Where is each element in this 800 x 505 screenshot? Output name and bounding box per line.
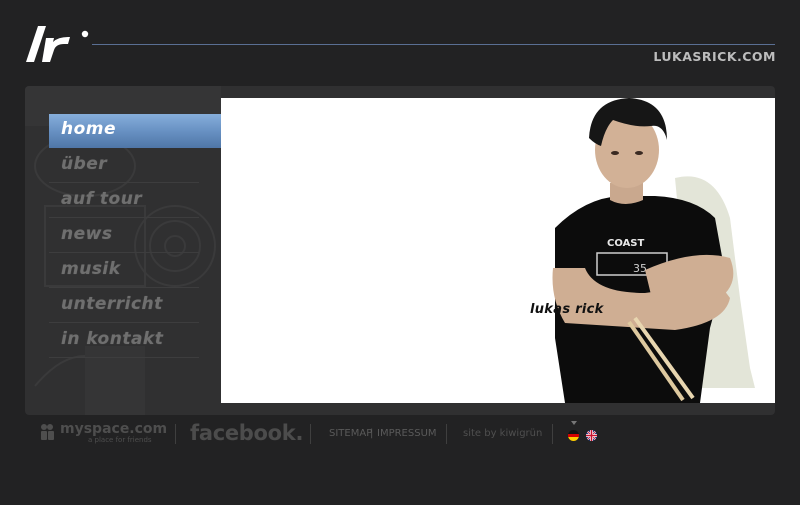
footer-divider: [310, 424, 311, 444]
myspace-tagline: a place for friends: [88, 436, 152, 444]
active-language-indicator-icon: [571, 421, 577, 425]
german-flag-icon[interactable]: [568, 430, 579, 441]
shirt-print-text: COAST: [607, 238, 645, 249]
artist-name-tag: lukas rick: [530, 302, 604, 317]
nav-label-auf-tour: auf tour: [61, 189, 143, 209]
nav-item-uber[interactable]: über: [49, 148, 199, 183]
footer-divider: [552, 424, 553, 444]
nav-label-home: home: [61, 119, 117, 139]
myspace-link[interactable]: myspace.com: [60, 421, 167, 437]
nav-label-unterricht: unterricht: [61, 294, 163, 314]
site-credit-link[interactable]: site by kiwigrün: [463, 428, 542, 439]
nav-item-auf-tour[interactable]: auf tour: [49, 183, 199, 218]
nav-label-uber: über: [61, 154, 108, 174]
facebook-link[interactable]: facebook.: [190, 421, 303, 445]
footer-divider: [446, 424, 447, 444]
nav-item-musik[interactable]: musik: [49, 253, 199, 288]
site-domain[interactable]: LUKASRICK.COM: [653, 49, 776, 64]
uk-flag-icon[interactable]: [586, 430, 597, 441]
main-navigation: home über auf tour news musik unterricht…: [49, 114, 249, 358]
footer: myspace.com a place for friends facebook…: [0, 420, 800, 450]
impressum-link[interactable]: IMPRESSUM: [377, 428, 437, 439]
lukas-rick-logo[interactable]: [24, 24, 90, 64]
header-rule: [92, 44, 775, 45]
footer-pipe: |: [370, 428, 374, 439]
nav-item-unterricht[interactable]: unterricht: [49, 288, 199, 323]
footer-divider: [175, 424, 176, 444]
nav-label-musik: musik: [61, 259, 121, 279]
svg-text:35: 35: [633, 262, 647, 275]
nav-item-news[interactable]: news: [49, 218, 199, 253]
nav-item-home[interactable]: home: [49, 114, 243, 148]
content-area: COAST 35 lukas rick: [221, 98, 775, 403]
main-panel: home über auf tour news musik unterricht…: [25, 86, 775, 415]
sitemap-link[interactable]: SITEMAP: [329, 428, 372, 439]
nav-item-in-kontakt[interactable]: in kontakt: [49, 323, 199, 358]
artist-photo: COAST 35: [552, 98, 755, 403]
myspace-icon[interactable]: [40, 423, 58, 441]
nav-label-news: news: [61, 224, 113, 244]
nav-label-in-kontakt: in kontakt: [61, 329, 164, 349]
